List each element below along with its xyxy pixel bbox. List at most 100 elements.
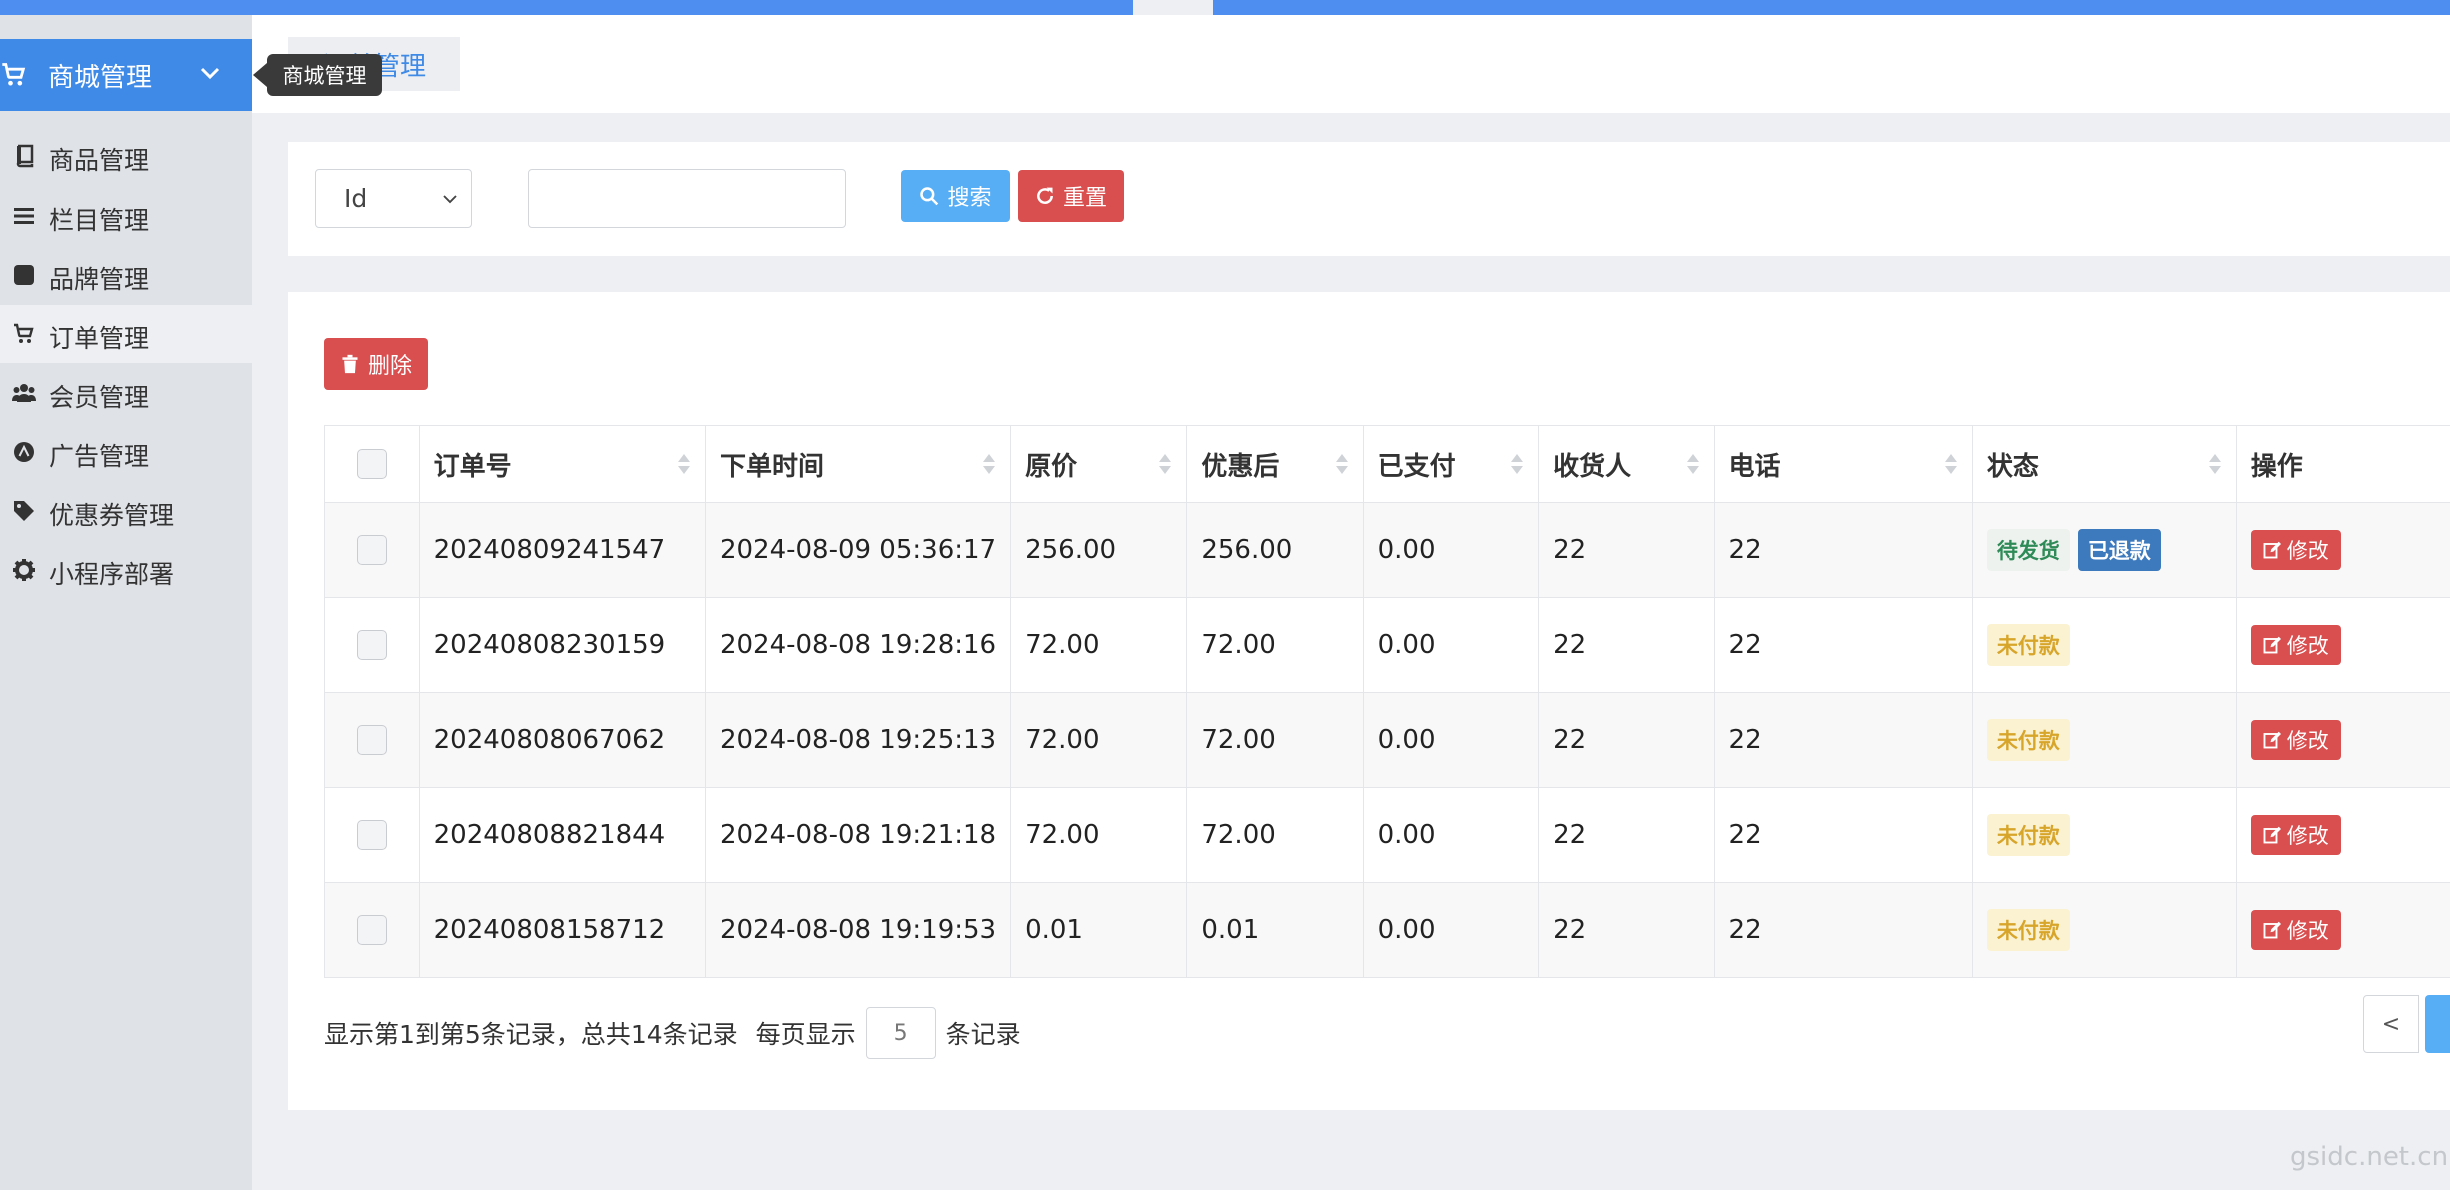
row-checkbox[interactable]: [356, 915, 387, 946]
search-input[interactable]: [528, 169, 846, 228]
gear-icon: [13, 559, 35, 581]
edit-icon: [2263, 541, 2281, 559]
sidebar-item-columns[interactable]: 栏目管理: [0, 187, 252, 245]
sidebar-header-label: 商城管理: [48, 63, 153, 93]
table-row: 20240808158712 2024-08-08 19:19:53 0.01 …: [324, 882, 2450, 978]
table-row: 20240808067062 2024-08-08 19:25:13 72.00…: [324, 692, 2450, 788]
edit-icon: [2263, 826, 2281, 844]
row-checkbox[interactable]: [356, 725, 387, 756]
sidebar-item-ads[interactable]: 广告管理: [0, 423, 252, 481]
table-row: 20240808230159 2024-08-08 19:28:16 72.00…: [324, 597, 2450, 693]
sidebar-item-coupons[interactable]: 优惠券管理: [0, 482, 252, 540]
cell-paid: 0.00: [1362, 787, 1539, 883]
header-label: 原价: [1025, 451, 1078, 482]
sidebar-item-products[interactable]: 商品管理: [0, 127, 252, 185]
chevron-down-icon[interactable]: [198, 61, 222, 85]
row-checkbox[interactable]: [356, 630, 387, 661]
page-size-select[interactable]: 5: [865, 1007, 936, 1059]
cell-discounted: 72.00: [1186, 597, 1364, 693]
cell-discounted: 72.00: [1186, 692, 1364, 788]
edit-button[interactable]: 修改: [2250, 720, 2341, 760]
cell-price: 72.00: [1010, 787, 1187, 883]
cell-price: 72.00: [1010, 597, 1187, 693]
header-label: 订单号: [433, 451, 512, 482]
cell-status: 未付款: [1971, 787, 2237, 883]
square-icon: [14, 265, 34, 285]
cell-action: 修改: [2235, 502, 2450, 598]
row-select-cell: [324, 692, 420, 788]
header-label: 电话: [1728, 451, 1781, 482]
pagination-page-1[interactable]: [2425, 995, 2450, 1053]
sidebar-header-mall[interactable]: 商城管理: [0, 39, 252, 111]
header-paid[interactable]: 已支付: [1362, 425, 1539, 503]
cell-action: 修改: [2235, 692, 2450, 788]
cell-paid: 0.00: [1362, 502, 1539, 598]
content-header: 订单管理: [252, 15, 2450, 113]
sidebar-item-orders[interactable]: 订单管理: [0, 305, 252, 363]
cell-order-time: 2024-08-08 19:25:13: [704, 692, 1011, 788]
orders-panel: 删除 订单号 下单时间 原价 优惠后 已支付 收货人 电话 状态 操作 2024…: [288, 292, 2450, 1110]
search-button[interactable]: 搜索: [901, 170, 1010, 222]
sidebar-item-label: 商品管理: [49, 146, 150, 175]
refresh-icon: [1037, 187, 1053, 204]
list-icon: [14, 208, 34, 224]
cell-discounted: 72.00: [1186, 787, 1364, 883]
header-order-no[interactable]: 订单号: [418, 425, 706, 503]
reset-button[interactable]: 重置: [1018, 170, 1124, 222]
sort-icon: [983, 454, 996, 474]
row-checkbox[interactable]: [356, 535, 387, 566]
cell-order-no: 20240809241547: [418, 502, 706, 598]
pagination-prev-button[interactable]: <: [2363, 995, 2419, 1053]
search-field-select[interactable]: Id: [315, 169, 472, 228]
cell-order-no: 20240808821844: [418, 787, 706, 883]
edit-button[interactable]: 修改: [2250, 530, 2341, 570]
table-row: 20240808821844 2024-08-08 19:21:18 72.00…: [324, 787, 2450, 883]
select-all-checkbox[interactable]: [356, 449, 387, 480]
row-checkbox[interactable]: [356, 820, 387, 851]
table-row: 20240809241547 2024-08-09 05:36:17 256.0…: [324, 502, 2450, 598]
row-select-cell: [324, 597, 420, 693]
sidebar-item-label: 小程序部署: [49, 560, 175, 589]
header-discounted[interactable]: 优惠后: [1186, 425, 1364, 503]
cell-phone: 22: [1713, 787, 1973, 883]
edit-button[interactable]: 修改: [2250, 625, 2341, 665]
edit-button-label: 修改: [2286, 919, 2329, 943]
delete-button[interactable]: 删除: [324, 338, 428, 390]
cell-paid: 0.00: [1362, 692, 1539, 788]
sidebar-item-miniprogram[interactable]: 小程序部署: [0, 541, 252, 599]
chevron-down-icon: [443, 195, 457, 204]
edit-button-label: 修改: [2286, 539, 2329, 563]
header-order-time[interactable]: 下单时间: [704, 425, 1011, 503]
sidebar-item-label: 品牌管理: [49, 265, 150, 294]
users-icon: [12, 384, 36, 402]
cell-status: 未付款: [1971, 882, 2237, 978]
edit-button-label: 修改: [2286, 824, 2329, 848]
header-status[interactable]: 状态: [1971, 425, 2237, 503]
sort-icon: [1686, 454, 1699, 474]
sidebar-tooltip: 商城管理: [253, 54, 382, 96]
cell-discounted: 256.00: [1186, 502, 1364, 598]
cell-phone: 22: [1713, 502, 1973, 598]
sidebar-item-label: 栏目管理: [49, 206, 150, 235]
top-bar-right: [1213, 0, 2450, 15]
header-label: 状态: [1986, 451, 2039, 482]
header-price[interactable]: 原价: [1010, 425, 1187, 503]
edit-button-label: 修改: [2286, 634, 2329, 658]
edit-button[interactable]: 修改: [2250, 815, 2341, 855]
cell-receiver: 22: [1538, 692, 1715, 788]
sort-icon: [1159, 454, 1172, 474]
cell-discounted: 0.01: [1186, 882, 1364, 978]
sidebar-item-brands[interactable]: 品牌管理: [0, 246, 252, 304]
sidebar: 商城管理 商品管理 栏目管理 品牌管理 订单管理 会员管理 广告管理 优惠券管理…: [0, 15, 252, 1190]
cell-order-time: 2024-08-09 05:36:17: [704, 502, 1011, 598]
header-phone[interactable]: 电话: [1713, 425, 1973, 503]
table-header-row: 订单号 下单时间 原价 优惠后 已支付 收货人 电话 状态 操作: [324, 425, 2450, 503]
cell-phone: 22: [1713, 597, 1973, 693]
edit-button[interactable]: 修改: [2250, 910, 2341, 950]
cell-paid: 0.00: [1362, 882, 1539, 978]
status-badge: 待发货: [1986, 529, 2070, 571]
header-receiver[interactable]: 收货人: [1538, 425, 1715, 503]
cell-status: 未付款: [1971, 597, 2237, 693]
header-label: 操作: [2250, 451, 2303, 482]
sidebar-item-members[interactable]: 会员管理: [0, 364, 252, 422]
